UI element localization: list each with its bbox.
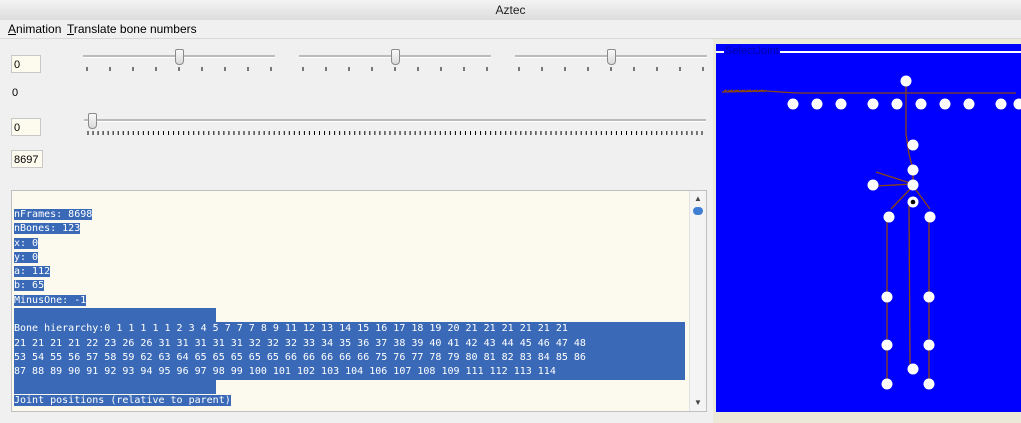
selected-joint-marker [910,199,916,205]
joint-node[interactable] [907,179,919,191]
joint-node[interactable] [995,98,1007,110]
joint-node[interactable] [923,339,935,351]
output-line: 53 54 55 56 57 58 59 62 63 64 65 65 65 6… [14,350,685,366]
output-line: Joint positions (relative to parent) [14,394,231,406]
joint-node[interactable] [939,98,951,110]
frame-slider[interactable] [84,113,706,139]
bone-line [729,89,734,92]
menu-animation[interactable]: Animation [8,21,61,37]
joint-node[interactable] [924,211,936,223]
joint-node[interactable] [787,98,799,110]
frame-count-field[interactable]: 8697 [11,150,43,168]
value-label: 0 [12,87,19,99]
scroll-down-arrow-icon[interactable]: ▼ [691,396,705,410]
textarea-scrollbar[interactable]: ▲ ▼ [689,191,706,411]
output-line [14,379,216,394]
slider-b-thumb[interactable] [391,49,400,65]
joint-node[interactable] [900,75,912,87]
output-line: b: 65 [14,280,45,292]
output-textarea[interactable]: nFrames: 8698 nBones: 123 x: 0 y: 0 a: 112 b:… [11,190,707,412]
joint-node[interactable] [923,378,935,390]
joint-node[interactable] [867,98,879,110]
joint-node[interactable] [881,339,893,351]
joint-node[interactable] [915,98,927,110]
slider-a[interactable] [83,49,275,75]
output-line: MinusOne: -1 [14,294,87,306]
output-line: a: 112 [14,266,51,278]
window-title: Aztec [0,0,1021,21]
joint-node[interactable] [963,98,975,110]
joint-node[interactable] [891,98,903,110]
output-line: 21 21 21 21 22 23 26 26 31 31 31 31 31 3… [14,336,685,351]
slider-a-thumb[interactable] [175,49,184,65]
joint-node[interactable] [883,211,895,223]
bone-line [765,90,797,94]
slider-b[interactable] [299,49,491,75]
joint-node[interactable] [881,291,893,303]
bone-line [875,171,914,185]
output-line: nBones: 123 [14,223,81,235]
output-line: Bone hierarchy:0 1 1 1 1 1 2 3 4 5 7 7 7… [14,322,685,337]
bone-line [908,205,911,365]
menu-bar: Animation Translate bone numbers [0,20,1021,39]
output-line: y: 0 [14,251,39,263]
slider-c[interactable] [515,49,707,75]
joint-node[interactable] [923,291,935,303]
output-line [14,308,216,323]
bone-line [875,183,914,187]
skeleton-view[interactable] [716,44,1021,412]
slider-c-thumb[interactable] [607,49,616,65]
bone-line [762,89,767,93]
scroll-up-arrow-icon[interactable]: ▲ [691,192,705,206]
output-line: 87 88 89 90 91 92 93 94 95 96 97 98 99 1… [14,365,685,380]
scroll-thumb[interactable] [693,207,703,215]
joint-node[interactable] [907,139,919,151]
joint-node[interactable] [1013,98,1021,110]
bone-line [723,89,728,92]
frame-slider-thumb[interactable] [88,113,97,129]
joint-node[interactable] [907,164,919,176]
joint-node[interactable] [835,98,847,110]
joint-node[interactable] [867,179,879,191]
joint-node[interactable] [881,378,893,390]
value-field-1[interactable]: 0 [11,55,41,73]
value-field-2[interactable]: 0 [11,118,41,136]
joint-node[interactable] [907,363,919,375]
output-line: x: 0 [14,237,39,249]
output-text: nFrames: 8698 nBones: 123 x: 0 y: 0 a: 112 b:… [14,208,685,408]
output-line: nFrames: 8698 [14,209,93,220]
menu-translate-bone-numbers[interactable]: Translate bone numbers [67,21,197,37]
bone-line [735,89,740,92]
joint-node[interactable] [811,98,823,110]
